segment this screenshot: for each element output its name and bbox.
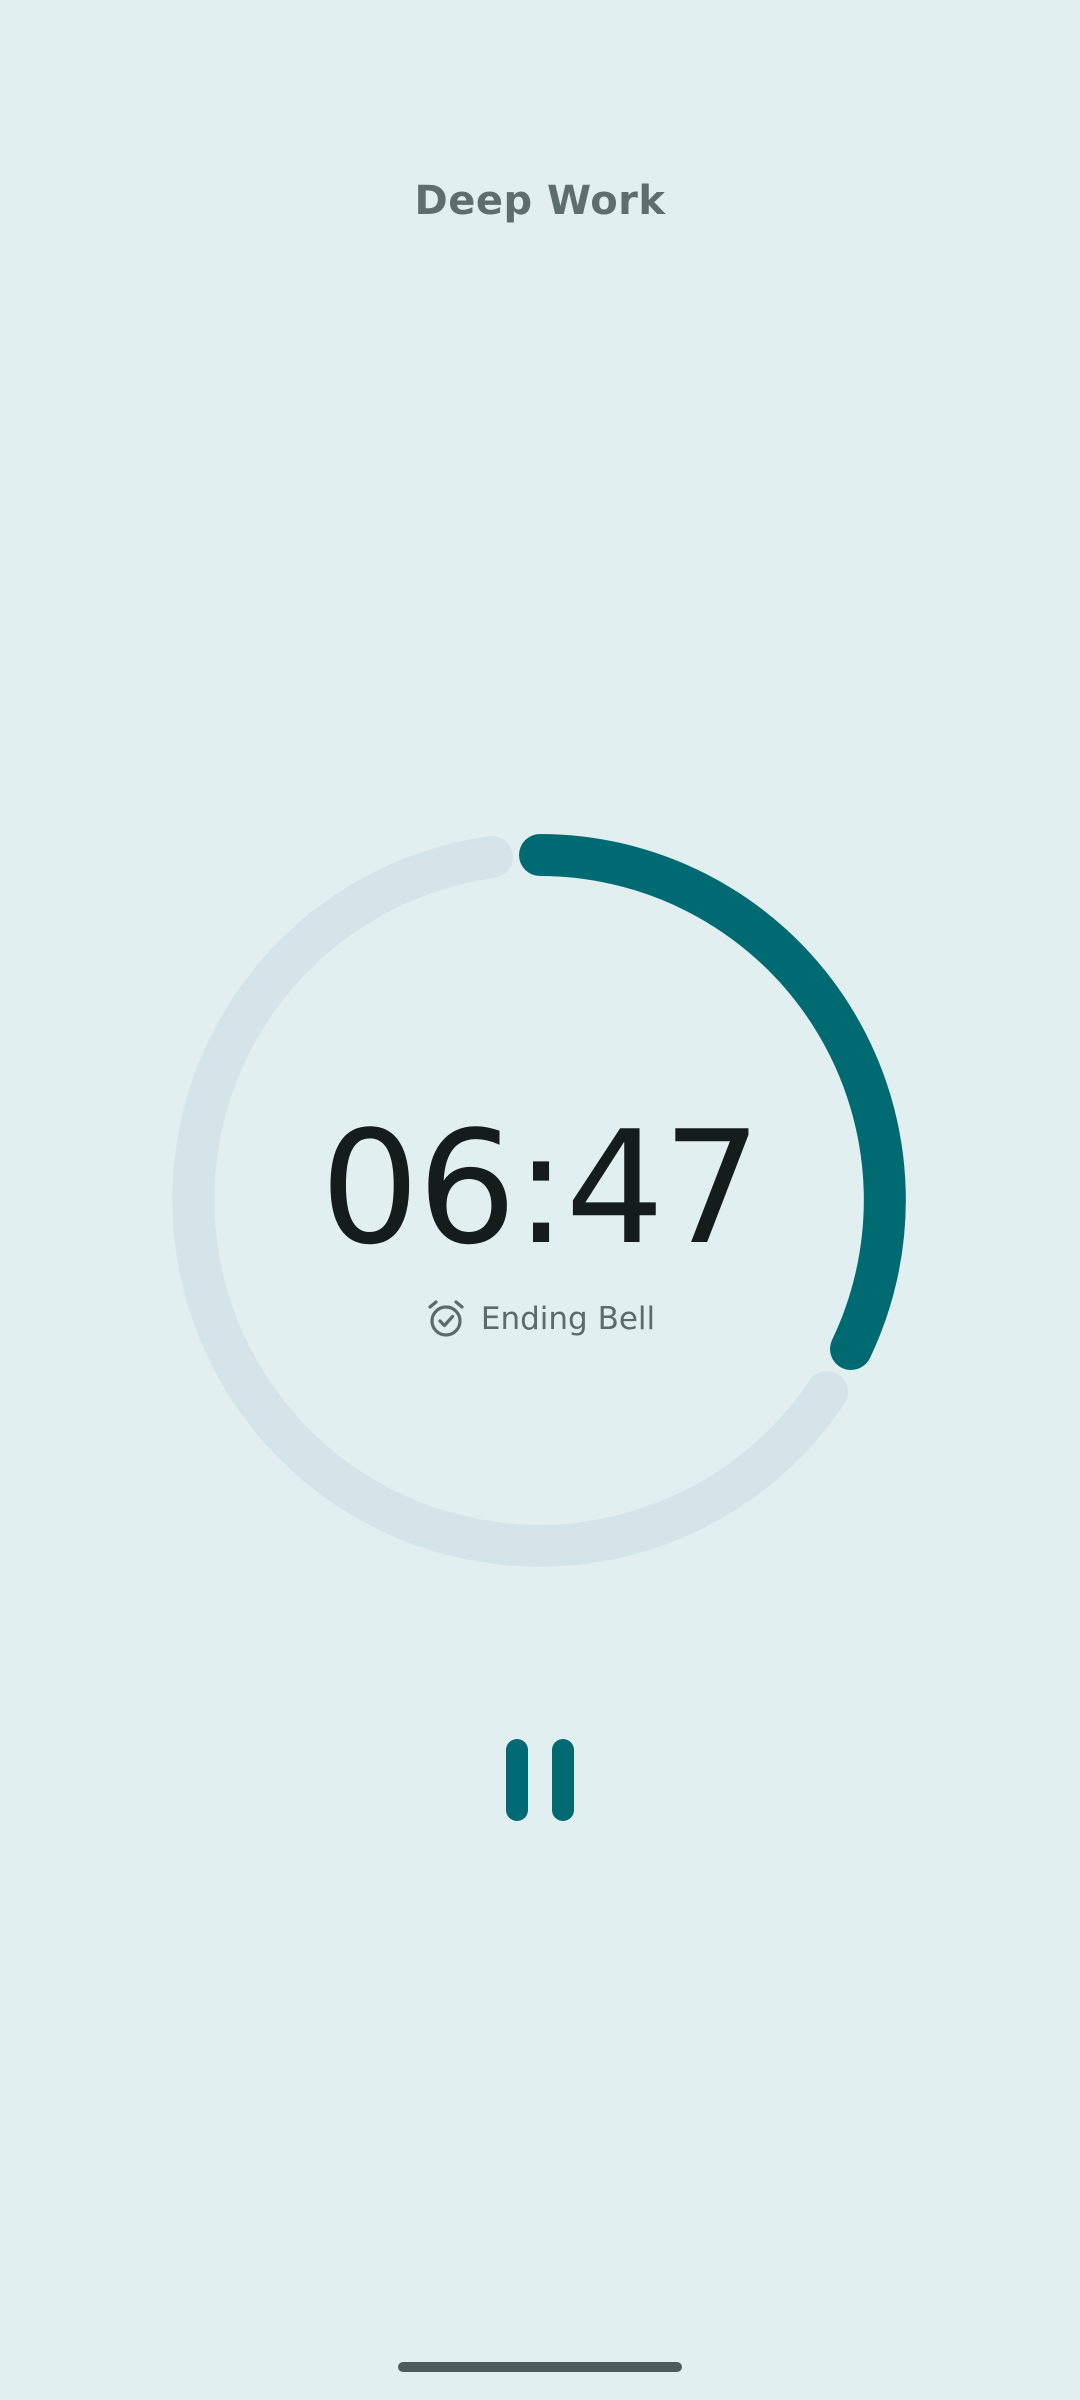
pause-icon-bar [552, 1739, 574, 1821]
home-indicator[interactable] [398, 2362, 682, 2372]
ending-bell-row[interactable]: Ending Bell [0, 1298, 1080, 1340]
alarm-check-icon [425, 1298, 467, 1340]
pause-button[interactable] [490, 1725, 590, 1835]
pause-icon [506, 1739, 528, 1821]
ending-bell-label: Ending Bell [480, 1301, 656, 1337]
time-remaining: 06:47 [320, 1097, 762, 1279]
timer-screen: Deep Work 06:47 Ending Bell [0, 0, 1080, 2400]
